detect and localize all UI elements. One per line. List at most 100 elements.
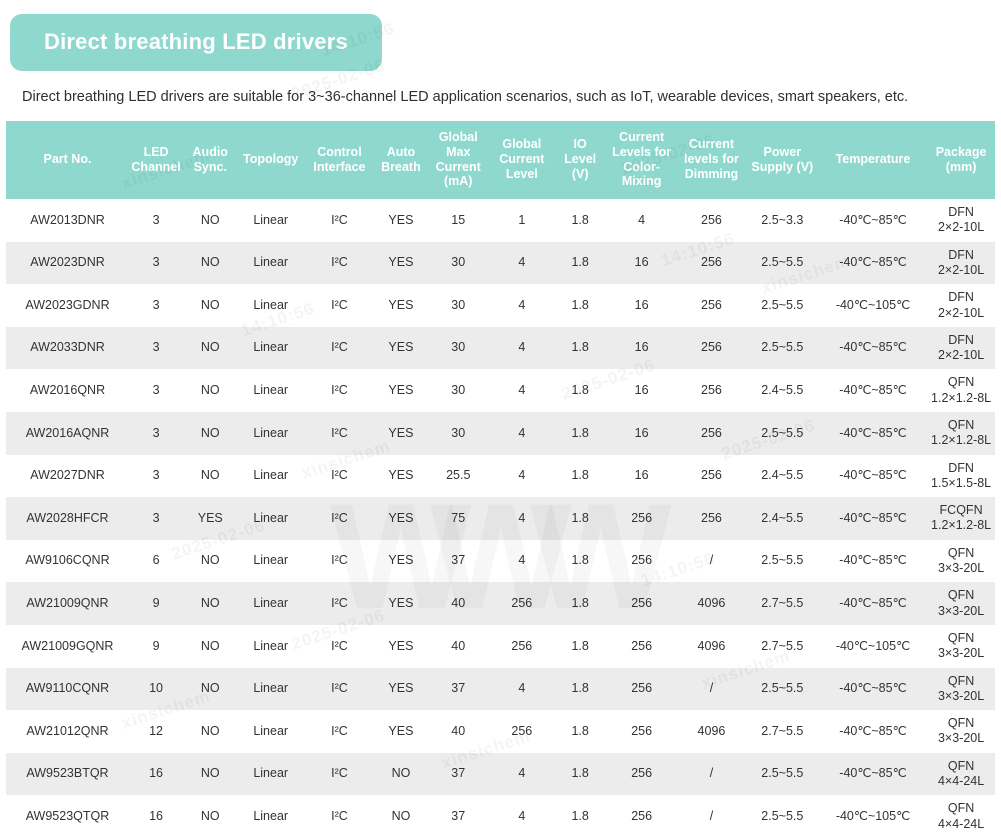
cell-audio-sync: YES [197,510,223,525]
cell-color-mixing-levels: 256 [631,596,653,611]
package-type: DFN [948,332,974,347]
table-row: AW2028HFCR 3 YES Linear I²C YES 75 4 1.8 256 256 2.… [6,497,995,540]
cell-color-mixing-levels: 256 [631,809,653,824]
cell-global-current-level: 1 [518,212,526,227]
cell-global-max-current: 30 [451,383,466,398]
cell-power-supply: 2.4~5.5 [761,510,804,525]
cell-global-current-level: 4 [518,297,526,312]
cell-control-interface: I²C [331,425,348,440]
package-type: QFN [947,418,975,433]
cell-led-channel: 12 [149,723,164,738]
cell-power-supply: 2.5~5.5 [761,425,804,440]
cell-led-channel: 16 [149,809,164,824]
cell-dimming-levels: / [709,681,714,696]
cell-global-max-current: 37 [451,681,466,696]
cell-part-no: AW2023GDNR [25,297,110,312]
cell-package: DFN 2×2-10L [927,327,995,370]
cell-dimming-levels: 256 [701,383,722,398]
package-type: QFN [947,758,975,773]
cell-part-no: AW9523QTQR [25,809,110,824]
cell-topology: Linear [253,681,289,696]
cell-led-channel: 3 [152,340,160,355]
cell-topology: Linear [253,596,289,611]
cell-power-supply: 2.5~3.3 [761,212,804,227]
cell-package: DFN 2×2-10L [927,199,995,242]
cell-topology: Linear [253,468,289,483]
cell-power-supply: 2.4~5.5 [761,468,804,483]
spec-table-head: Part No. LED Channel Audio Sync. Topolog… [6,121,995,200]
cell-auto-breath: YES [388,596,414,611]
cell-control-interface: I²C [331,723,348,738]
package-type: QFN [947,375,975,390]
package-type: DFN [948,247,974,262]
cell-topology: Linear [253,638,289,653]
cell-global-max-current: 37 [451,809,466,824]
cell-package: QFN 4×4-24L [927,753,995,796]
cell-control-interface: I²C [331,596,348,611]
cell-power-supply: 2.5~5.5 [761,766,804,781]
cell-part-no: AW9110CQNR [25,681,110,696]
package-type: QFN [947,631,975,646]
spec-table: Part No. LED Channel Audio Sync. Topolog… [6,121,995,838]
spec-table-body: AW2013DNR 3 NO Linear I²C YES 15 1 1.8 4 256 2.5~3.… [6,199,995,838]
package-type: QFN [947,545,975,560]
column-header-temperature: Temperature [818,121,928,200]
cell-topology: Linear [253,723,289,738]
cell-audio-sync: NO [200,425,220,440]
cell-color-mixing-levels: 256 [631,681,653,696]
cell-audio-sync: NO [200,809,220,824]
table-row: AW21009QNR 9 NO Linear I²C YES 40 256 1.8 256 4096… [6,582,995,625]
cell-global-current-level: 4 [518,681,526,696]
cell-color-mixing-levels: 256 [631,553,653,568]
cell-audio-sync: NO [200,383,220,398]
cell-auto-breath: YES [388,425,414,440]
cell-io-level: 1.8 [571,340,589,355]
table-header-row: Part No. LED Channel Audio Sync. Topolog… [6,121,995,200]
cell-package: DFN 1.5×1.5-8L [927,455,995,498]
cell-io-level: 1.8 [571,297,589,312]
cell-dimming-levels: 256 [701,425,722,440]
cell-dimming-levels: / [709,809,714,824]
cell-dimming-levels: 4096 [697,638,726,653]
cell-led-channel: 3 [152,212,160,227]
banner-container: Direct breathing LED drivers [0,0,1001,72]
cell-global-max-current: 40 [451,638,466,653]
cell-auto-breath: NO [391,809,411,824]
cell-audio-sync: NO [200,212,220,227]
cell-power-supply: 2.7~5.5 [761,596,804,611]
cell-package: QFN 1.2×1.2-8L [927,369,995,412]
cell-global-max-current: 15 [451,212,466,227]
package-size: 3×3-20L [937,731,985,746]
column-header-color-mixing-levels: Current Levels for Color-Mixing [606,121,678,200]
package-size: 2×2-10L [937,262,985,277]
cell-package: QFN 3×3-20L [927,625,995,668]
column-header-package: Package (mm) [927,121,995,200]
cell-dimming-levels: 256 [701,468,722,483]
cell-auto-breath: YES [388,255,414,270]
cell-led-channel: 3 [152,297,160,312]
cell-color-mixing-levels: 16 [634,297,649,312]
cell-auto-breath: YES [388,638,414,653]
column-header-auto-breath: Auto Breath [374,121,427,200]
cell-package: DFN 2×2-10L [927,284,995,327]
cell-topology: Linear [253,383,289,398]
cell-global-max-current: 25.5 [446,468,471,483]
cell-global-max-current: 30 [451,425,466,440]
cell-temperature: -40℃~105℃ [835,638,911,653]
package-type: DFN [948,205,974,220]
cell-package: QFN 3×3-20L [927,582,995,625]
cell-power-supply: 2.7~5.5 [761,638,804,653]
package-type: QFN [947,588,975,603]
cell-io-level: 1.8 [571,638,589,653]
cell-io-level: 1.8 [571,510,589,525]
cell-topology: Linear [253,340,289,355]
column-header-control-interface: Control Interface [304,121,375,200]
cell-power-supply: 2.7~5.5 [761,723,804,738]
cell-topology: Linear [253,809,289,824]
cell-io-level: 1.8 [571,212,589,227]
cell-global-current-level: 4 [518,255,526,270]
cell-led-channel: 3 [152,510,160,525]
cell-part-no: AW2027DNR [30,468,105,483]
cell-global-current-level: 256 [511,638,533,653]
cell-control-interface: I²C [331,297,348,312]
